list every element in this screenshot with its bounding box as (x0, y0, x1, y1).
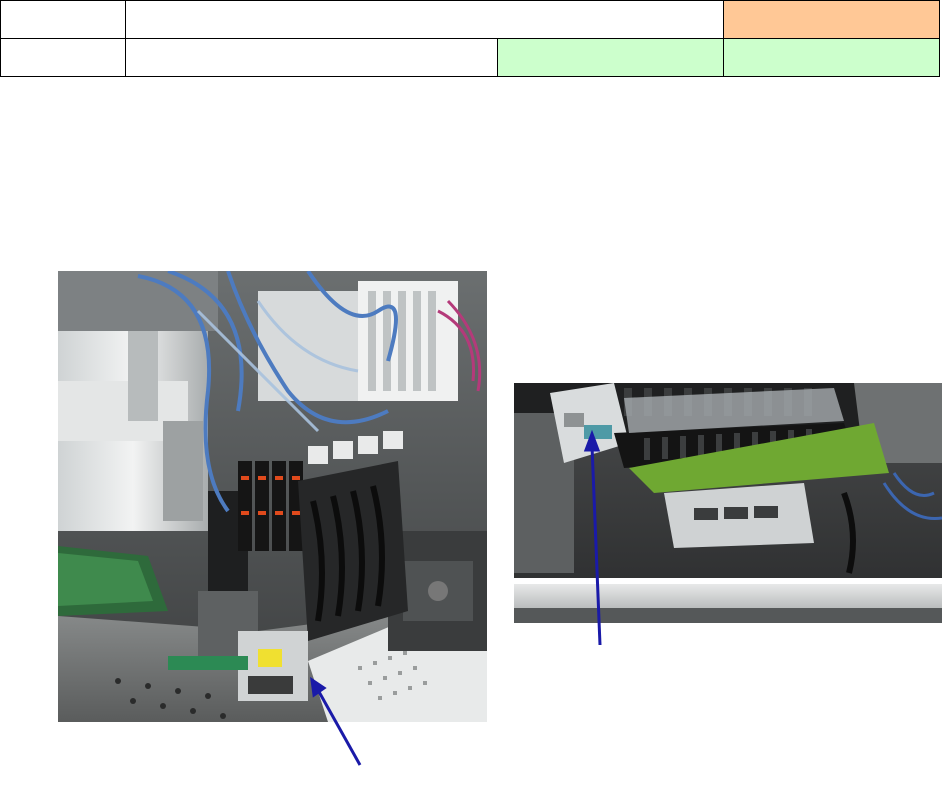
header-cell-r2c3 (498, 39, 724, 76)
header-cell-r2c1 (1, 39, 126, 76)
right-machine-photo (514, 383, 942, 623)
header-table (0, 0, 940, 77)
header-cell-r2c2 (126, 39, 498, 76)
header-cell-r1c1 (1, 1, 126, 39)
header-cell-r1c2 (126, 1, 724, 39)
header-cell-r2c4 (724, 39, 939, 76)
left-machine-photo (58, 271, 487, 722)
header-cell-r1c3 (724, 1, 939, 39)
